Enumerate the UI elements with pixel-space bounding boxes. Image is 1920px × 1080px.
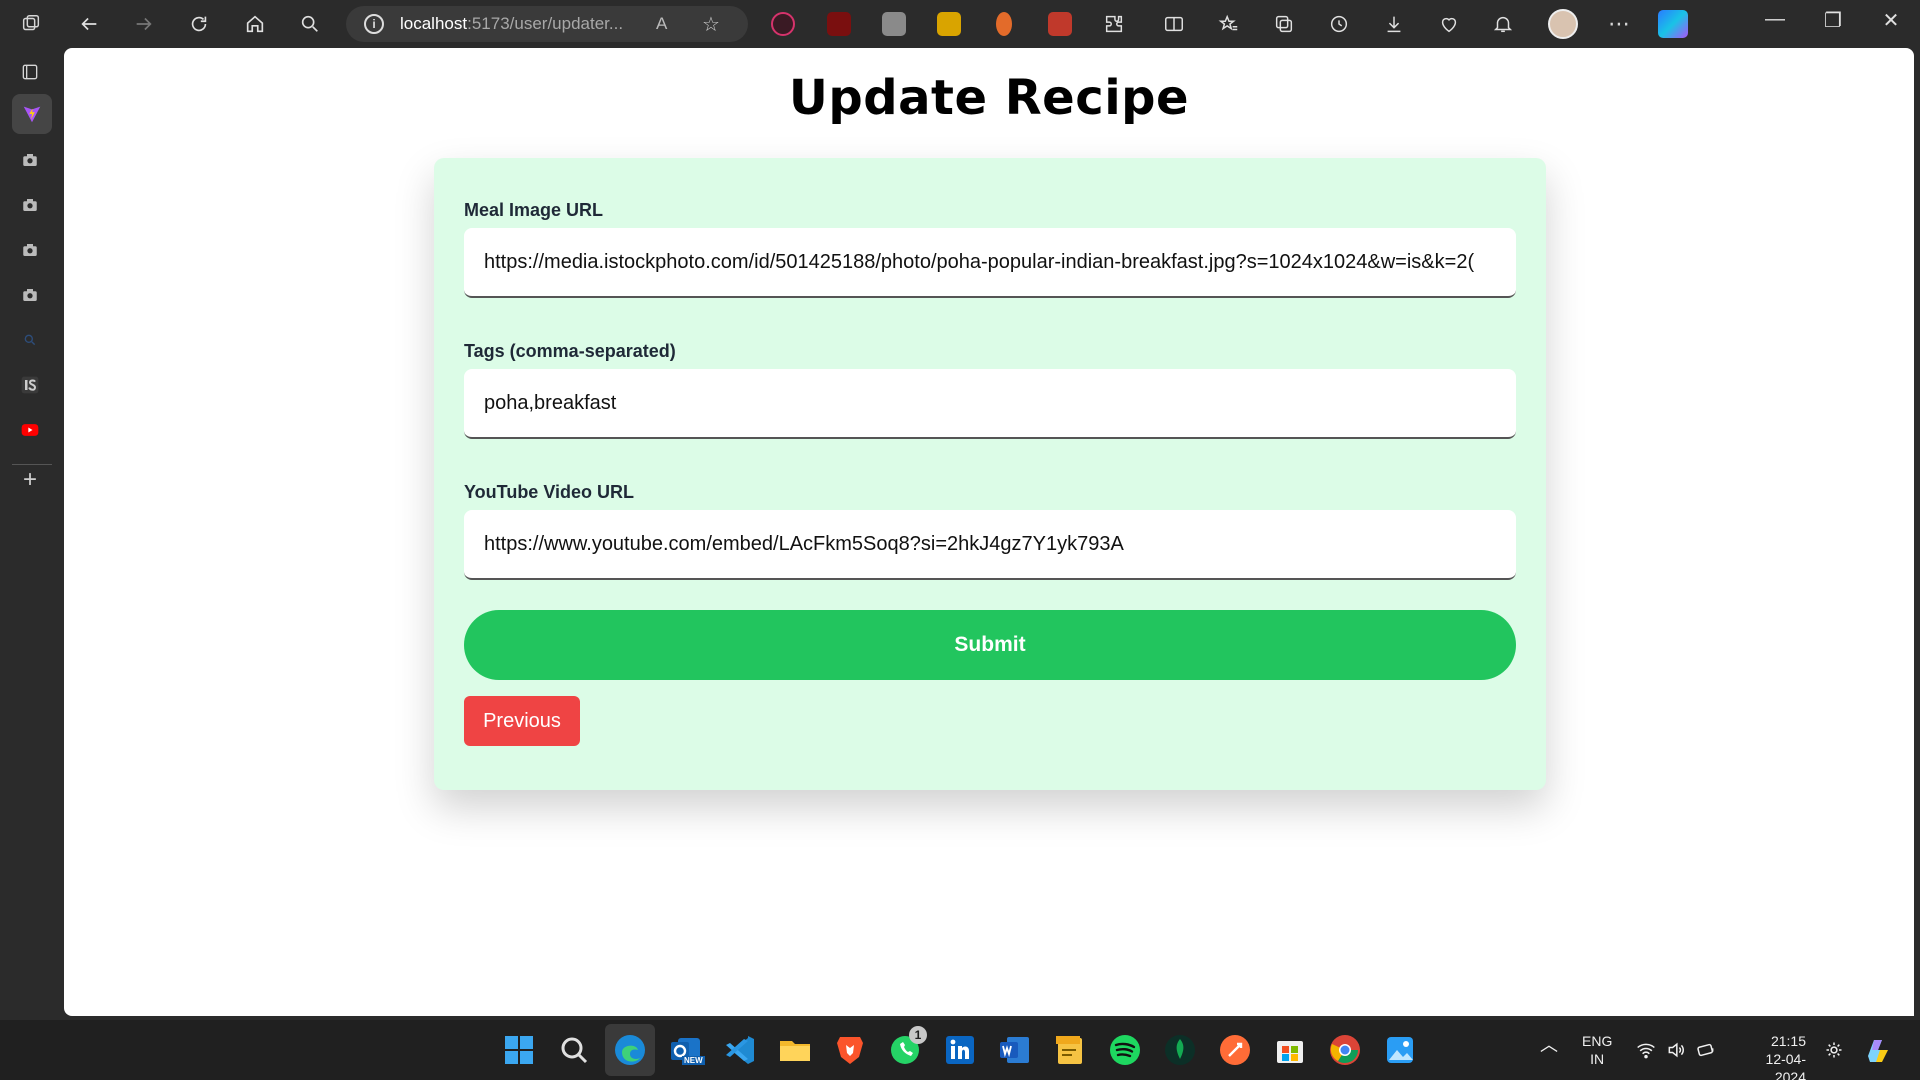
youtube-video-url-label: YouTube Video URL <box>464 482 634 502</box>
meal-image-url-label: Meal Image URL <box>464 200 604 220</box>
wifi-icon[interactable] <box>1636 1040 1656 1064</box>
start-windows-icon[interactable] <box>501 1032 537 1068</box>
linkedin-icon[interactable] <box>942 1032 978 1068</box>
close-button[interactable]: ✕ <box>1868 8 1914 33</box>
whatsapp-notification-badge: 1 <box>909 1026 927 1044</box>
postman-icon[interactable] <box>1217 1032 1253 1068</box>
sidebar-tab-camera-1[interactable] <box>16 146 44 174</box>
meal-image-url-input[interactable]: https://media.istockphoto.com/id/5014251… <box>464 228 1516 298</box>
file-explorer-icon[interactable] <box>777 1032 813 1068</box>
split-screen-icon[interactable] <box>1155 5 1193 43</box>
notifications-bell-icon[interactable] <box>1484 5 1522 43</box>
profile-avatar[interactable] <box>1548 9 1578 39</box>
chrome-icon[interactable] <box>1327 1032 1363 1068</box>
language-region: IN <box>1590 1051 1605 1067</box>
tags-input[interactable]: poha,breakfast <box>464 369 1516 439</box>
battery-icon[interactable] <box>1696 1040 1716 1064</box>
show-hidden-icons-chevron-icon[interactable]: ︿ <box>1540 1036 1558 1054</box>
favorite-star-icon[interactable]: ☆ <box>702 12 720 37</box>
workspaces-icon[interactable] <box>12 5 50 43</box>
site-info-icon[interactable]: i <box>364 14 384 34</box>
copilot-icon[interactable] <box>1658 10 1688 38</box>
submit-button[interactable]: Submit <box>464 610 1516 680</box>
mongodb-compass-icon[interactable] <box>1162 1032 1198 1068</box>
brave-browser-icon[interactable] <box>832 1032 868 1068</box>
game-extension-icon[interactable] <box>1048 12 1072 36</box>
sidebar-tab-camera-3[interactable] <box>16 236 44 264</box>
downloads-icon[interactable] <box>1375 5 1413 43</box>
youtube-video-url-input[interactable]: https://www.youtube.com/embed/LAcFkm5Soq… <box>464 510 1516 580</box>
sidebar-tab-istock[interactable] <box>16 371 44 399</box>
maximize-button[interactable]: ❐ <box>1810 8 1856 33</box>
extensions-puzzle-icon[interactable] <box>1095 5 1133 43</box>
language-indicator[interactable]: ENG IN <box>1582 1032 1612 1068</box>
browser-essentials-icon[interactable] <box>1430 5 1468 43</box>
url-path: :5173/user/updater... <box>467 14 624 33</box>
edge-browser-icon[interactable] <box>612 1032 648 1068</box>
copilot-pre-icon[interactable] <box>1862 1034 1894 1066</box>
word-icon[interactable] <box>997 1032 1033 1068</box>
url-host: localhost <box>400 14 468 33</box>
photos-icon[interactable] <box>1382 1032 1418 1068</box>
sidebar-add-icon[interactable]: + <box>16 466 44 494</box>
browser-toolbar: i localhost:5173/user/updater... A ☆ ⋯ —… <box>0 0 1920 48</box>
page-title: Update Recipe <box>788 70 1190 126</box>
windows-taskbar: NEW 1 ︿ ENG IN 21:15 12-04-2024 <box>0 1020 1920 1080</box>
collections-icon[interactable] <box>1265 5 1303 43</box>
outlook-new-badge: NEW <box>682 1056 705 1065</box>
favorites-icon[interactable] <box>1210 5 1248 43</box>
vscode-icon[interactable] <box>722 1032 758 1068</box>
sidebar-tab-camera-2[interactable] <box>16 191 44 219</box>
spotify-icon[interactable] <box>1107 1032 1143 1068</box>
sticky-notes-icon[interactable] <box>1052 1032 1088 1068</box>
clock-date: 12-04-2024 <box>1765 1051 1806 1080</box>
ublock-extension-icon[interactable] <box>827 12 851 36</box>
taskbar-search-icon[interactable] <box>556 1032 592 1068</box>
refresh-icon[interactable] <box>180 5 218 43</box>
read-aloud-icon[interactable]: A <box>656 14 667 34</box>
previous-button[interactable]: Previous <box>464 696 580 746</box>
tab-actions-icon[interactable] <box>16 58 44 86</box>
more-options-icon[interactable]: ⋯ <box>1600 5 1638 43</box>
page-viewport: Update Recipe Meal Image URL https://med… <box>64 48 1914 1016</box>
extension-pin-icon[interactable] <box>996 12 1012 36</box>
browser-sidebar: + <box>0 48 64 1020</box>
volume-icon[interactable] <box>1666 1040 1686 1064</box>
clock-time: 21:15 <box>1770 1033 1806 1049</box>
sidebar-divider <box>12 464 52 465</box>
forward-icon[interactable] <box>125 5 163 43</box>
sidebar-tab-camera-4[interactable] <box>16 281 44 309</box>
notifications-settings-icon[interactable] <box>1824 1040 1844 1064</box>
history-icon[interactable] <box>1320 5 1358 43</box>
clock[interactable]: 21:15 12-04-2024 <box>1736 1032 1806 1080</box>
home-icon[interactable] <box>236 5 274 43</box>
update-recipe-form: Meal Image URL https://media.istockphoto… <box>434 158 1546 790</box>
outlook-new-icon[interactable]: NEW <box>668 1032 705 1068</box>
media-extension-icon[interactable] <box>771 12 795 36</box>
language-code: ENG <box>1582 1033 1613 1049</box>
search-icon[interactable] <box>291 5 329 43</box>
hoverzoom-extension-icon[interactable] <box>937 12 961 36</box>
back-icon[interactable] <box>70 5 108 43</box>
whatsapp-icon[interactable]: 1 <box>887 1026 927 1068</box>
minimize-button[interactable]: — <box>1752 8 1798 31</box>
microsoft-store-icon[interactable] <box>1272 1032 1308 1068</box>
sidebar-tab-vite[interactable] <box>12 94 52 134</box>
tags-label: Tags (comma-separated) <box>464 341 676 361</box>
address-bar[interactable]: i localhost:5173/user/updater... A ☆ <box>346 6 748 42</box>
sidebar-tab-search-icon[interactable] <box>16 326 44 354</box>
screenshot-extension-icon[interactable] <box>882 12 906 36</box>
sidebar-tab-youtube[interactable] <box>16 416 44 444</box>
